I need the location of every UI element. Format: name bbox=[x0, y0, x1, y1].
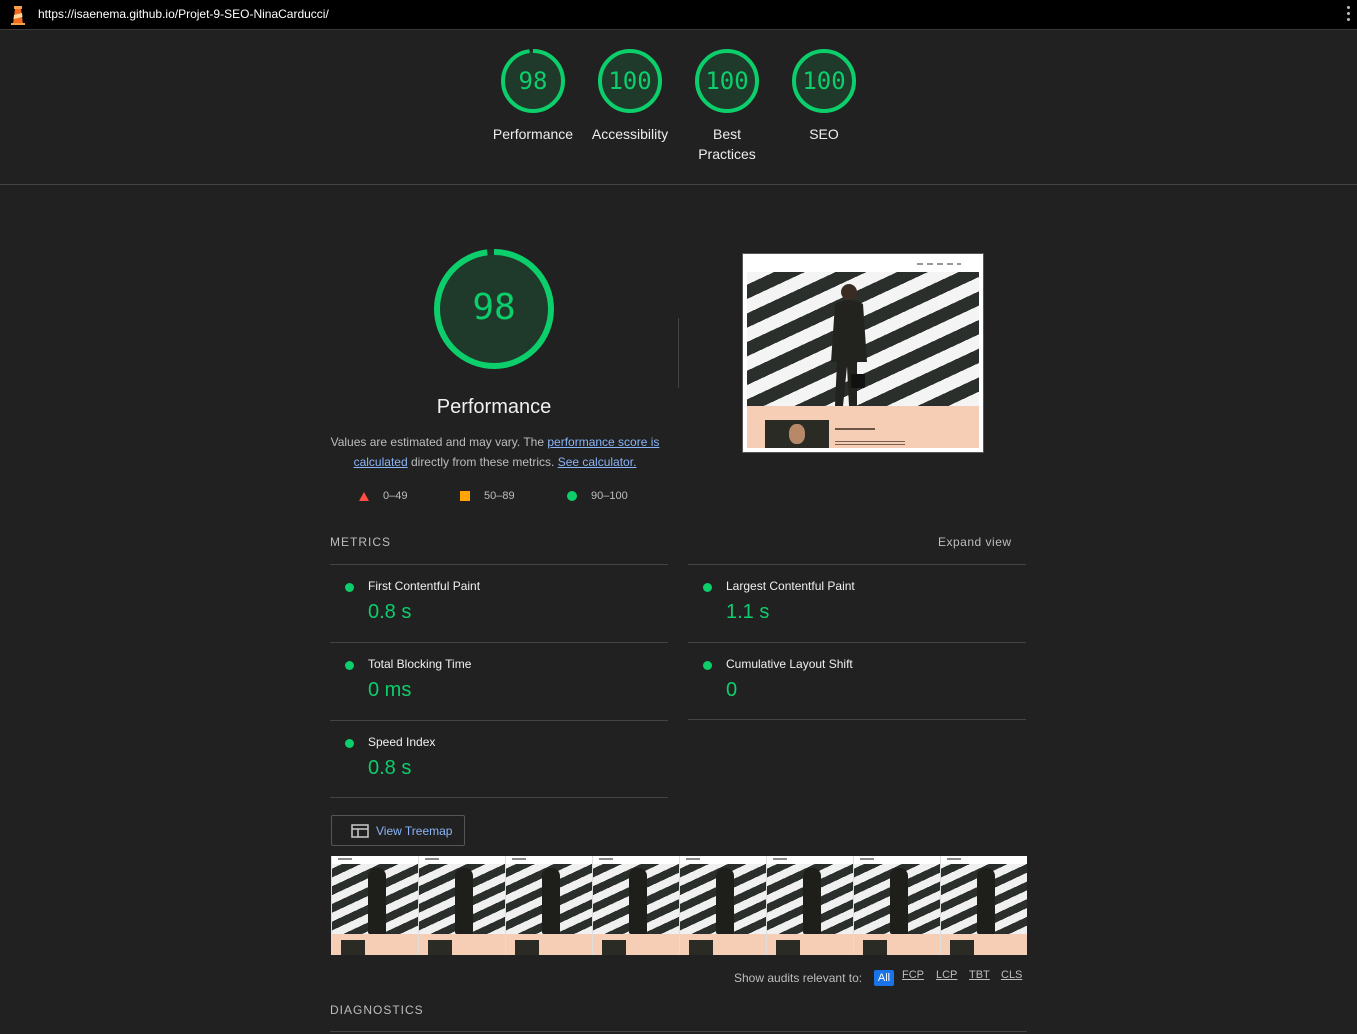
pass-circle-icon bbox=[703, 661, 712, 670]
metric-name: Cumulative Layout Shift bbox=[726, 657, 853, 671]
legend-label: 0–49 bbox=[383, 490, 408, 502]
metric-value: 0 bbox=[726, 679, 738, 701]
expand-view-toggle[interactable]: Expand view bbox=[938, 535, 1012, 549]
metric-fcp: First Contentful Paint 0.8 s bbox=[330, 564, 668, 642]
thumb-heading bbox=[835, 428, 875, 430]
metric-name: Total Blocking Time bbox=[368, 657, 472, 671]
desc-text: directly from these metrics. bbox=[407, 455, 558, 469]
gauge-label: Performance bbox=[492, 126, 574, 142]
filmstrip-frame bbox=[331, 856, 418, 955]
performance-title: Performance bbox=[436, 396, 552, 418]
filmstrip-frame bbox=[853, 856, 940, 955]
pass-circle-icon bbox=[345, 583, 354, 592]
metric-si: Speed Index 0.8 s bbox=[330, 720, 668, 798]
performance-gauge: 98 bbox=[433, 248, 555, 370]
filmstrip-frame bbox=[679, 856, 766, 955]
thumb-face bbox=[789, 424, 805, 444]
metric-value: 1.1 s bbox=[726, 601, 770, 623]
legend-label: 50–89 bbox=[484, 490, 515, 502]
gauge-score: 100 bbox=[608, 67, 652, 95]
divider bbox=[330, 797, 668, 798]
legend-average: 50–89 bbox=[460, 490, 515, 502]
pass-circle-icon bbox=[703, 583, 712, 592]
filter-chip-cls[interactable]: CLS bbox=[1001, 969, 1022, 981]
thumb-nav bbox=[917, 263, 961, 265]
url-text[interactable]: https://isaenema.github.io/Projet-9-SEO-… bbox=[38, 7, 329, 21]
metric-tbt: Total Blocking Time 0 ms bbox=[330, 642, 668, 720]
more-vert-icon[interactable] bbox=[1347, 6, 1351, 24]
gauge-performance[interactable]: 98 Performance bbox=[488, 48, 578, 144]
gauge-label: SEO bbox=[809, 126, 839, 142]
legend-label: 90–100 bbox=[591, 490, 628, 502]
category-scores: 98 Performance 100 Accessibility 100 Bes… bbox=[0, 30, 1357, 185]
filter-chip-lcp[interactable]: LCP bbox=[936, 969, 957, 981]
filmstrip-frame bbox=[418, 856, 505, 955]
final-screenshot[interactable] bbox=[742, 253, 984, 453]
filter-chip-all[interactable]: All bbox=[874, 970, 894, 986]
audit-filter-label: Show audits relevant to: bbox=[734, 971, 863, 985]
view-treemap-button[interactable]: View Treemap bbox=[331, 815, 465, 846]
metrics-header: METRICS bbox=[330, 535, 391, 549]
gauge-seo[interactable]: 100 SEO bbox=[779, 48, 869, 144]
metric-lcp: Largest Contentful Paint 1.1 s bbox=[688, 564, 1026, 642]
metric-value: 0.8 s bbox=[368, 601, 412, 623]
fail-triangle-icon bbox=[359, 491, 369, 501]
metric-name: Largest Contentful Paint bbox=[726, 579, 855, 593]
divider bbox=[688, 719, 1026, 720]
pass-circle-icon bbox=[567, 491, 577, 501]
legend-pass: 90–100 bbox=[567, 490, 628, 502]
pass-circle-icon bbox=[345, 739, 354, 748]
legend-fail: 0–49 bbox=[359, 490, 407, 502]
desc-text: Values are estimated and may vary. The bbox=[330, 435, 548, 449]
performance-score: 98 bbox=[472, 287, 516, 328]
see-calculator-link[interactable]: See calculator. bbox=[558, 455, 637, 469]
diagnostics-header: DIAGNOSTICS bbox=[330, 1003, 424, 1017]
divider bbox=[678, 318, 679, 388]
gauge-score: 100 bbox=[802, 67, 846, 95]
url-bar: https://isaenema.github.io/Projet-9-SEO-… bbox=[0, 0, 1357, 30]
metric-name: Speed Index bbox=[368, 735, 436, 749]
treemap-icon bbox=[351, 824, 369, 838]
filmstrip-frame bbox=[940, 856, 1027, 955]
filmstrip-frame bbox=[766, 856, 853, 955]
gauge-score: 98 bbox=[518, 67, 548, 95]
filter-chip-tbt[interactable]: TBT bbox=[969, 969, 990, 981]
metric-value: 0.8 s bbox=[368, 757, 412, 779]
performance-description: Values are estimated and may vary. The p… bbox=[330, 432, 660, 472]
metric-value: 0 ms bbox=[368, 679, 412, 701]
divider bbox=[330, 1031, 1027, 1032]
gauge-best-practices[interactable]: 100 Best Practices bbox=[682, 48, 772, 164]
lighthouse-icon bbox=[11, 6, 25, 25]
gauge-accessibility[interactable]: 100 Accessibility bbox=[585, 48, 675, 144]
thumb-paragraph bbox=[835, 441, 905, 447]
gauge-label: Best Practices bbox=[698, 126, 756, 162]
filmstrip-frame bbox=[505, 856, 592, 955]
average-square-icon bbox=[460, 491, 470, 501]
thumb-person bbox=[831, 284, 867, 406]
pass-circle-icon bbox=[345, 661, 354, 670]
filmstrip-frame bbox=[592, 856, 679, 955]
metric-cls: Cumulative Layout Shift 0 bbox=[688, 642, 1026, 720]
filter-chip-fcp[interactable]: FCP bbox=[902, 969, 924, 981]
metric-name: First Contentful Paint bbox=[368, 579, 481, 593]
view-treemap-label: View Treemap bbox=[376, 824, 453, 838]
gauge-label: Accessibility bbox=[591, 126, 669, 142]
gauge-score: 100 bbox=[705, 67, 749, 95]
filmstrip bbox=[331, 856, 1027, 955]
